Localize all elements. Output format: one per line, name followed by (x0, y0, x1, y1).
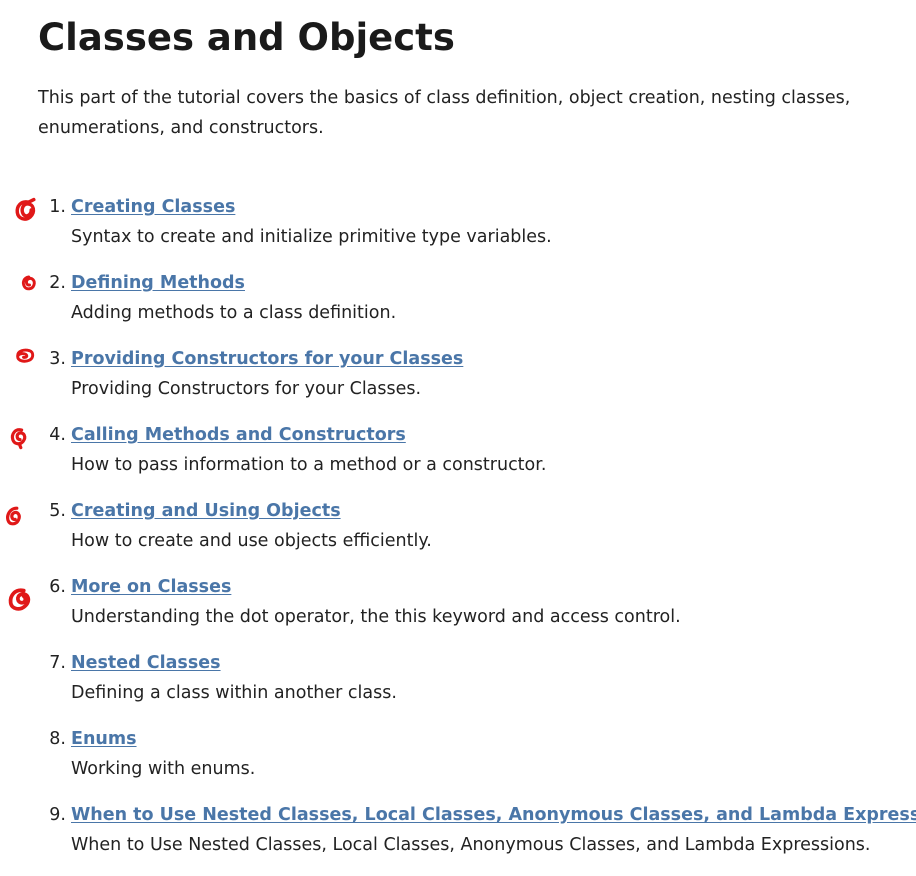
item-description: Adding methods to a class definition. (71, 303, 397, 323)
item-link[interactable]: More on Classes (71, 575, 231, 599)
handwritten-circle-mark (8, 588, 31, 611)
item-link[interactable]: Calling Methods and Constructors (71, 423, 406, 447)
item-number: 1. (49, 197, 66, 217)
item-description: When to Use Nested Classes, Local Classe… (71, 835, 871, 855)
list-item: 2. Defining Methods Adding methods to a cl… (0, 271, 916, 331)
handwritten-circle-mark (15, 197, 36, 221)
item-link[interactable]: When to Use Nested Classes, Local Classe… (71, 803, 916, 827)
item-number: 9. (49, 805, 66, 825)
list-item: 1. Creating Classes Syntax to create and i… (0, 195, 916, 255)
item-link[interactable]: Creating Classes (71, 195, 235, 219)
handwritten-circle-mark (21, 275, 36, 291)
item-number: 4. (49, 425, 66, 445)
item-number: 3. (49, 349, 66, 369)
item-number: 5. (49, 501, 66, 521)
item-link[interactable]: Defining Methods (71, 271, 245, 295)
handwritten-circle-mark (10, 428, 27, 450)
item-link[interactable]: Creating and Using Objects (71, 499, 341, 523)
list-item: 7. Nested Classes Defining a class within … (0, 651, 916, 711)
item-description: Defining a class within another class. (71, 683, 397, 703)
item-description: How to create and use objects efficientl… (71, 531, 432, 551)
item-number: 7. (49, 653, 66, 673)
item-link[interactable]: Enums (71, 727, 137, 751)
page-title: Classes and Objects (38, 16, 455, 59)
list-item: 6. More on Classes Understanding the dot o… (0, 575, 916, 635)
list-item: 4. Calling Methods and Constructors How to… (0, 423, 916, 483)
item-description: Syntax to create and initialize primitiv… (71, 227, 552, 247)
item-link[interactable]: Nested Classes (71, 651, 221, 675)
handwritten-circle-mark (16, 348, 35, 363)
list-item: 9. When to Use Nested Classes, Local Clas… (0, 803, 916, 863)
tutorial-page: Classes and Objects This part of the tut… (0, 0, 916, 876)
list-item: 5. Creating and Using Objects How to creat… (0, 499, 916, 559)
item-description: Providing Constructors for your Classes. (71, 379, 422, 399)
list-item: 3. Providing Constructors for your Classe… (0, 347, 916, 407)
intro-paragraph: This part of the tutorial covers the bas… (38, 88, 851, 138)
handwritten-circle-mark (6, 506, 21, 526)
item-link[interactable]: Providing Constructors for your Classes (71, 347, 463, 371)
item-description: How to pass information to a method or a… (71, 455, 547, 475)
list-item: 8. Enums Working with enums. (0, 727, 916, 787)
item-number: 8. (49, 729, 66, 749)
item-description: Understanding the dot operator, the this… (71, 607, 681, 627)
item-description: Working with enums. (71, 759, 256, 779)
item-number: 6. (49, 577, 66, 597)
